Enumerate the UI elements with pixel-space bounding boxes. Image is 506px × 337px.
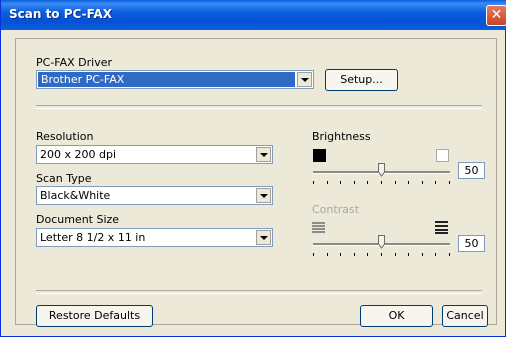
chevron-down-icon[interactable] bbox=[256, 147, 271, 162]
contrast-slider[interactable] bbox=[313, 235, 450, 259]
slider-tick bbox=[313, 253, 314, 256]
pcfax-driver-select[interactable]: Brother PC-FAX bbox=[36, 70, 314, 89]
setup-button[interactable]: Setup... bbox=[325, 69, 398, 91]
chevron-down-icon[interactable] bbox=[256, 230, 271, 245]
settings-panel: PC-FAX Driver Brother PC-FAX Setup... Re… bbox=[15, 38, 497, 327]
slider-tick bbox=[381, 253, 382, 256]
slider-tick bbox=[340, 181, 341, 184]
contrast-label: Contrast bbox=[312, 203, 360, 216]
slider-thumb[interactable] bbox=[378, 163, 385, 177]
pcfax-driver-value: Brother PC-FAX bbox=[38, 72, 295, 87]
document-size-value: Letter 8 1/2 x 11 in bbox=[40, 231, 146, 244]
contrast-value[interactable]: 50 bbox=[458, 235, 485, 252]
slider-tick bbox=[354, 253, 355, 256]
slider-tick bbox=[422, 181, 423, 184]
slider-tick bbox=[340, 253, 341, 256]
chevron-down-icon[interactable] bbox=[256, 188, 271, 203]
slider-ticks bbox=[313, 181, 450, 185]
divider bbox=[36, 290, 482, 294]
brightness-value[interactable]: 50 bbox=[458, 162, 485, 179]
low-contrast-icon bbox=[312, 222, 325, 233]
slider-tick bbox=[435, 181, 436, 184]
slider-tick bbox=[367, 253, 368, 256]
high-contrast-icon bbox=[435, 221, 448, 234]
black-square-icon bbox=[313, 149, 326, 162]
restore-defaults-button[interactable]: Restore Defaults bbox=[36, 305, 153, 327]
slider-tick bbox=[449, 253, 450, 256]
brightness-label: Brightness bbox=[312, 130, 371, 143]
resolution-label: Resolution bbox=[36, 130, 94, 143]
scan-type-select[interactable]: Black&White bbox=[36, 186, 273, 205]
ok-button[interactable]: OK bbox=[360, 305, 433, 327]
slider-tick bbox=[395, 181, 396, 184]
resolution-select[interactable]: 200 x 200 dpi bbox=[36, 145, 273, 164]
brightness-slider[interactable] bbox=[313, 163, 450, 187]
slider-tick bbox=[408, 181, 409, 184]
divider bbox=[36, 105, 482, 109]
slider-tick bbox=[435, 253, 436, 256]
scan-type-label: Scan Type bbox=[36, 172, 92, 185]
document-size-label: Document Size bbox=[36, 213, 120, 226]
document-size-select[interactable]: Letter 8 1/2 x 11 in bbox=[36, 228, 273, 247]
resolution-value: 200 x 200 dpi bbox=[40, 148, 117, 161]
slider-tick bbox=[422, 253, 423, 256]
slider-tick bbox=[313, 181, 314, 184]
window-title: Scan to PC-FAX bbox=[9, 7, 112, 21]
chevron-down-icon[interactable] bbox=[297, 72, 312, 87]
slider-tick bbox=[354, 181, 355, 184]
white-square-icon bbox=[436, 149, 449, 162]
slider-tick bbox=[381, 181, 382, 184]
close-button[interactable]: ✕ bbox=[486, 5, 506, 26]
pcfax-driver-label: PC-FAX Driver bbox=[36, 56, 113, 69]
scan-type-value: Black&White bbox=[40, 189, 111, 202]
title-bar[interactable]: Scan to PC-FAX ✕ bbox=[1, 0, 506, 30]
slider-tick bbox=[408, 253, 409, 256]
slider-tick bbox=[367, 181, 368, 184]
scan-to-pcfax-dialog: Scan to PC-FAX ✕ PC-FAX Driver Brother P… bbox=[0, 0, 506, 337]
slider-tick bbox=[449, 181, 450, 184]
slider-tick bbox=[395, 253, 396, 256]
slider-tick bbox=[327, 253, 328, 256]
cancel-button[interactable]: Cancel bbox=[442, 305, 488, 327]
slider-tick bbox=[327, 181, 328, 184]
slider-thumb[interactable] bbox=[378, 235, 385, 249]
slider-ticks bbox=[313, 253, 450, 257]
